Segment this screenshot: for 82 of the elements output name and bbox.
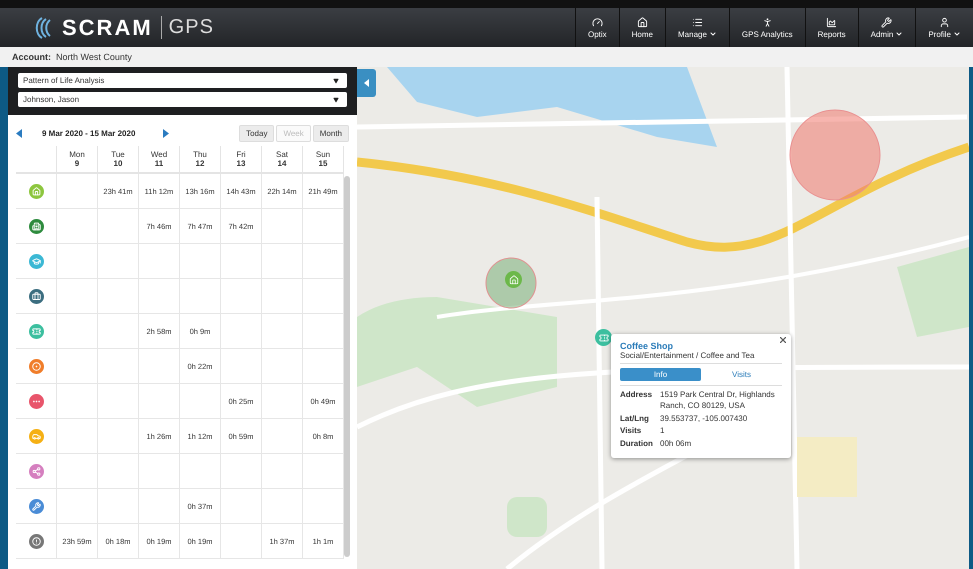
home-marker-icon[interactable] [505,271,522,288]
duration-cell [221,454,262,489]
caret-icon [895,30,904,38]
next-arrow-icon[interactable] [163,128,170,138]
brand-name: SCRAM [62,14,153,40]
date-range: 9 Mar 2020 - 15 Mar 2020 [42,128,136,138]
duration-cell [221,489,262,524]
dropdown-select[interactable]: Pattern of Life Analysis [18,73,347,88]
duration-cell [180,279,221,314]
detail-label: Duration [620,439,654,450]
detail-value: 00h 06m [660,439,692,450]
duration-cell [221,279,262,314]
gauge-icon [592,16,603,28]
day-header: Sat 14 [262,146,303,174]
home-icon [636,16,648,28]
duration-cell [221,349,262,384]
detail-value: 1 [660,426,666,438]
caret-icon [333,78,339,84]
wrench-icon [881,16,892,28]
detail-label: Lat/Lng [620,414,650,424]
prev-arrow-icon[interactable] [16,128,22,138]
day-header: Sun 15 [303,146,344,174]
duration-cell [262,314,303,349]
duration-cell [98,349,139,384]
duration-cell [262,454,303,489]
duration-cell [262,279,303,314]
view-button[interactable]: Today [239,124,274,142]
ticket-marker-icon[interactable] [595,329,612,346]
detail-value: 1519 Park Central Dr, Highlands Ranch, CO 80129, USA [660,390,776,412]
duration-cell [139,489,180,524]
account-label: Account: [12,52,51,62]
duration-cell [98,279,139,314]
dropdown-select[interactable]: Johnson, Jason [18,92,347,107]
scrollbar[interactable] [344,176,350,557]
day-header: Thu 12 [180,146,221,174]
duration-cell [262,419,303,454]
day-header: Fri 13 [221,146,262,174]
duration-cell [262,244,303,279]
duration-cell [98,489,139,524]
collapse-button[interactable] [357,69,376,97]
duration-cell [98,314,139,349]
duration-cell [98,454,139,489]
duration-cell [262,384,303,419]
account-name: North West County [56,52,132,62]
chart-icon [826,16,838,28]
view-button[interactable]: Month [312,124,349,142]
duration-cell [221,244,262,279]
duration-cell [180,454,221,489]
duration-cell [98,419,139,454]
zone-circle [485,257,537,309]
duration-cell [98,244,139,279]
day-header: Tue 10 [98,146,139,174]
day-header: Wed 11 [139,146,180,174]
duration-cell [139,384,180,419]
duration-cell [221,524,262,559]
user-icon [939,16,950,28]
duration-cell [139,279,180,314]
detail-label: Address [620,390,654,401]
place-category: Social/Entertainment / Coffee and Tea [620,351,782,364]
detail-value: 39.553737, -105.007430 [660,414,748,424]
duration-cell [180,384,221,419]
brand-product: GPS [160,16,214,39]
caret-icon [953,30,961,38]
detail-label: Visits [620,426,642,438]
day-header: Mon 9 [57,146,98,174]
caret-icon [333,96,339,102]
duration-cell [98,209,139,244]
duration-cell [180,244,221,279]
close-icon[interactable] [780,337,786,343]
duration-cell [262,209,303,244]
caret-icon [708,30,717,38]
duration-cell [139,454,180,489]
duration-cell [221,314,262,349]
place-title: Coffee Shop [620,341,674,351]
duration-cell [262,349,303,384]
duration-cell [139,349,180,384]
duration-cell [98,384,139,419]
left-arrow-icon [364,79,369,87]
duration-cell [262,489,303,524]
duration-cell [139,244,180,279]
popup-tab[interactable]: Visits [701,368,782,381]
popup-tab[interactable]: Info [620,368,701,381]
